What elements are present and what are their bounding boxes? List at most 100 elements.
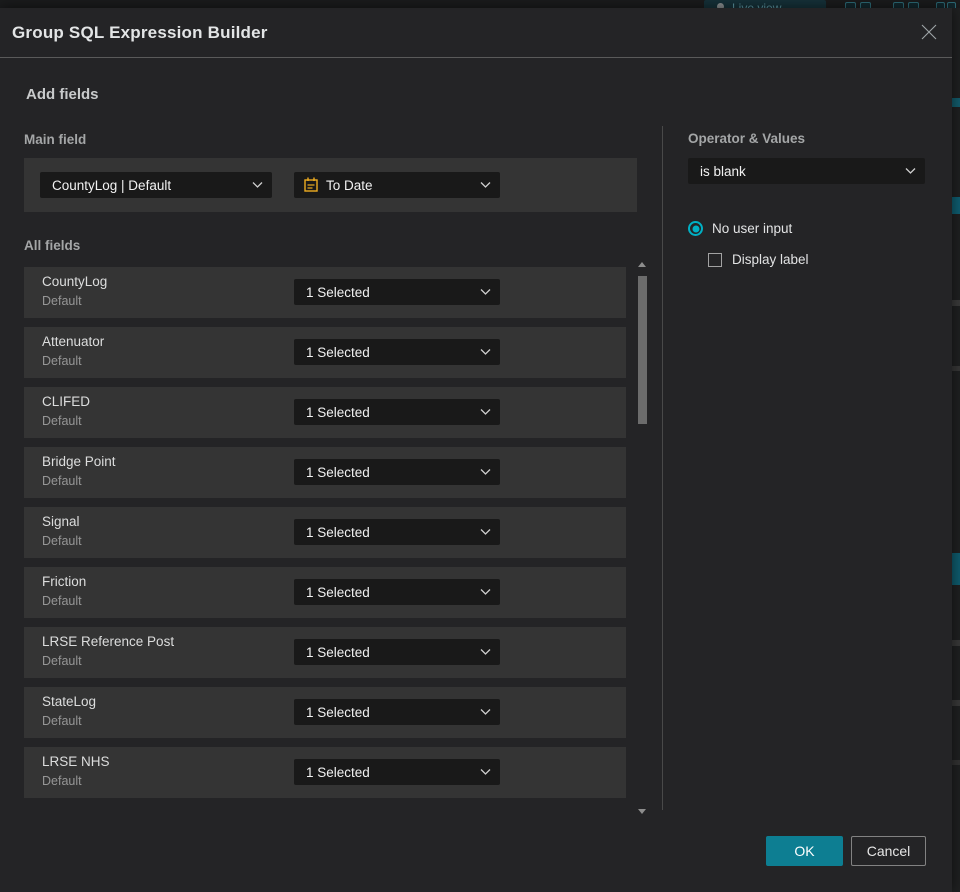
cancel-button[interactable]: Cancel xyxy=(851,836,926,866)
display-label-text: Display label xyxy=(732,252,809,267)
scroll-down-arrow-icon[interactable] xyxy=(638,809,646,814)
field-subtitle: Default xyxy=(42,594,82,608)
background-fragment xyxy=(952,197,960,214)
main-field-select[interactable]: CountyLog | Default xyxy=(40,172,272,198)
main-field-value-select[interactable]: To Date xyxy=(294,172,500,198)
background-fragment xyxy=(952,760,960,765)
add-fields-heading: Add fields xyxy=(26,86,99,103)
no-user-input-option: No user input xyxy=(688,221,792,236)
field-name: StateLog xyxy=(42,694,97,709)
field-selected-dropdown[interactable]: 1 Selected xyxy=(294,699,500,725)
field-subtitle: Default xyxy=(42,534,82,548)
field-subtitle: Default xyxy=(42,774,82,788)
field-row: Signal Default 1 Selected xyxy=(24,507,626,558)
background-fragment xyxy=(952,640,960,646)
all-fields-label: All fields xyxy=(24,238,81,253)
chevron-down-icon xyxy=(480,409,491,416)
field-name: LRSE Reference Post xyxy=(42,634,175,649)
chevron-down-icon xyxy=(905,168,916,175)
field-subtitle: Default xyxy=(42,294,82,308)
list-scrollbar[interactable] xyxy=(636,260,648,816)
live-view-toggle: Live view xyxy=(704,0,826,8)
chevron-down-icon xyxy=(480,289,491,296)
operator-values-label: Operator & Values xyxy=(688,131,806,146)
selected-count-label: 1 Selected xyxy=(306,404,370,420)
field-name: Friction xyxy=(42,574,87,589)
field-name: Signal xyxy=(42,514,80,529)
selected-count-label: 1 Selected xyxy=(306,704,370,720)
field-selected-dropdown[interactable]: 1 Selected xyxy=(294,399,500,425)
display-label-option: Display label xyxy=(708,252,809,267)
background-fragment xyxy=(952,553,960,585)
ok-button[interactable]: OK xyxy=(766,836,843,866)
selected-count-label: 1 Selected xyxy=(306,524,370,540)
background-app-right-edge xyxy=(952,8,960,892)
selected-count-label: 1 Selected xyxy=(306,344,370,360)
chevron-down-icon xyxy=(480,709,491,716)
field-selected-dropdown[interactable]: 1 Selected xyxy=(294,759,500,785)
radio-selected-dot xyxy=(692,225,699,232)
field-subtitle: Default xyxy=(42,474,82,488)
field-selected-dropdown[interactable]: 1 Selected xyxy=(294,519,500,545)
field-name: Bridge Point xyxy=(42,454,116,469)
field-row: StateLog Default 1 Selected xyxy=(24,687,626,738)
main-field-label: Main field xyxy=(24,132,87,147)
field-row: Friction Default 1 Selected xyxy=(24,567,626,618)
dialog-title: Group SQL Expression Builder xyxy=(12,23,268,42)
operator-select[interactable]: is blank xyxy=(688,158,925,184)
field-selected-dropdown[interactable]: 1 Selected xyxy=(294,579,500,605)
main-field-select-value: CountyLog | Default xyxy=(52,177,172,193)
main-field-panel: CountyLog | Default To Date xyxy=(24,158,637,212)
field-selected-dropdown[interactable]: 1 Selected xyxy=(294,279,500,305)
screen: Live view Group SQL Expression Builder A xyxy=(0,0,960,892)
chevron-down-icon xyxy=(480,769,491,776)
close-icon xyxy=(921,24,937,40)
field-row: LRSE NHS Default 1 Selected xyxy=(24,747,626,798)
no-user-input-radio[interactable] xyxy=(688,221,703,236)
field-subtitle: Default xyxy=(42,714,82,728)
field-subtitle: Default xyxy=(42,654,82,668)
close-button[interactable] xyxy=(918,21,940,43)
group-sql-expression-builder-dialog: Group SQL Expression Builder Add fields … xyxy=(0,8,952,892)
panel-divider xyxy=(662,126,663,810)
live-view-label: Live view xyxy=(732,1,782,8)
main-field-value: To Date xyxy=(326,177,373,193)
field-subtitle: Default xyxy=(42,354,82,368)
field-row: LRSE Reference Post Default 1 Selected xyxy=(24,627,626,678)
chevron-down-icon xyxy=(480,182,491,189)
field-row: Bridge Point Default 1 Selected xyxy=(24,447,626,498)
field-row: CountyLog Default 1 Selected xyxy=(24,267,626,318)
chevron-down-icon xyxy=(252,182,263,189)
field-selected-dropdown[interactable]: 1 Selected xyxy=(294,339,500,365)
chevron-down-icon xyxy=(480,469,491,476)
display-label-checkbox[interactable] xyxy=(708,252,722,267)
background-app-top-edge: Live view xyxy=(0,0,960,8)
field-row: Attenuator Default 1 Selected xyxy=(24,327,626,378)
chevron-down-icon xyxy=(480,349,491,356)
field-selected-dropdown[interactable]: 1 Selected xyxy=(294,459,500,485)
chevron-down-icon xyxy=(480,649,491,656)
scrollbar-thumb[interactable] xyxy=(638,276,647,424)
field-subtitle: Default xyxy=(42,414,82,428)
background-fragment xyxy=(952,98,960,107)
background-fragment xyxy=(952,700,960,706)
scroll-up-arrow-icon[interactable] xyxy=(638,262,646,267)
selected-count-label: 1 Selected xyxy=(306,284,370,300)
field-name: LRSE NHS xyxy=(42,754,110,769)
operator-value: is blank xyxy=(700,163,746,179)
field-name: Attenuator xyxy=(42,334,105,349)
field-row: CLIFED Default 1 Selected xyxy=(24,387,626,438)
background-fragment xyxy=(952,366,960,371)
selected-count-label: 1 Selected xyxy=(306,644,370,660)
field-name: CountyLog xyxy=(42,274,108,289)
selected-count-label: 1 Selected xyxy=(306,464,370,480)
chevron-down-icon xyxy=(480,529,491,536)
calendar-icon xyxy=(304,177,318,192)
selected-count-label: 1 Selected xyxy=(306,584,370,600)
all-fields-list: CountyLog Default 1 Selected Attenuator … xyxy=(24,267,626,807)
chevron-down-icon xyxy=(480,589,491,596)
field-selected-dropdown[interactable]: 1 Selected xyxy=(294,639,500,665)
selected-count-label: 1 Selected xyxy=(306,764,370,780)
background-fragment xyxy=(952,300,960,306)
dialog-header: Group SQL Expression Builder xyxy=(0,8,952,58)
